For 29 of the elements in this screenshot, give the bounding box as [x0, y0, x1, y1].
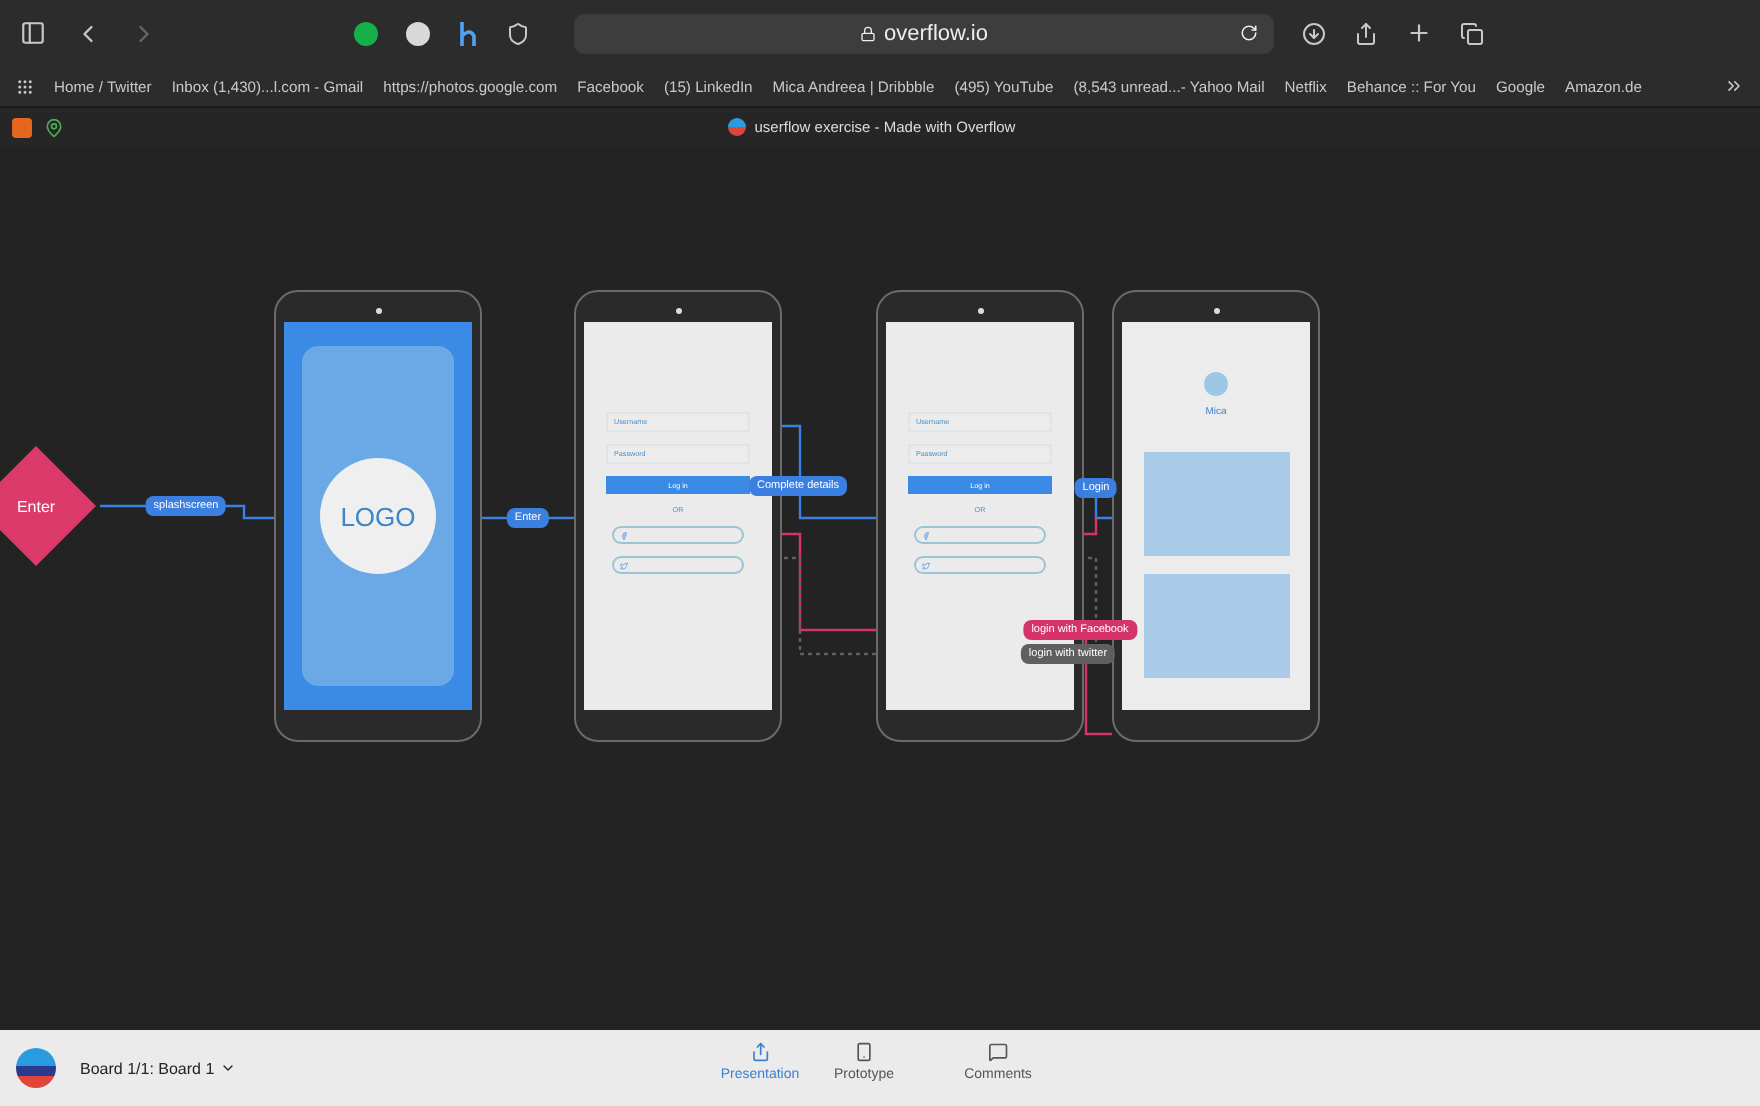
facebook-icon: [620, 531, 628, 539]
download-icon[interactable]: [1302, 21, 1326, 45]
reload-icon: [1240, 24, 1258, 42]
map-pin-icon[interactable]: [44, 117, 64, 137]
comment-icon: [988, 1042, 1008, 1062]
avatar-icon: [1204, 372, 1228, 396]
start-node[interactable]: Enter: [0, 446, 96, 566]
lock-icon: [860, 25, 876, 41]
board-selector[interactable]: Board 1/1: Board 1: [80, 1059, 237, 1077]
share-icon[interactable]: [1354, 21, 1378, 45]
twitter-icon: [922, 561, 930, 569]
tabs-icon[interactable]: [1460, 21, 1484, 45]
more-icon[interactable]: [1724, 76, 1744, 96]
address-bar[interactable]: overflow.io: [574, 13, 1274, 53]
facebook-icon: [922, 531, 930, 539]
extension-icon[interactable]: [354, 21, 378, 45]
extension-icon[interactable]: [458, 19, 478, 47]
grid-icon[interactable]: [16, 77, 34, 95]
phone-icon: [854, 1042, 874, 1062]
caret-icon: [220, 1060, 237, 1076]
twitter-icon: [620, 561, 628, 569]
logo-icon: [728, 118, 747, 136]
sidebar-icon[interactable]: [20, 20, 46, 46]
presentation-icon: [750, 1042, 770, 1062]
extension-icon[interactable]: [406, 21, 430, 45]
logo-icon: [16, 1048, 56, 1088]
app-icon[interactable]: [12, 117, 32, 137]
new-tab-icon[interactable]: [1406, 20, 1432, 46]
shield-icon[interactable]: [506, 21, 530, 45]
